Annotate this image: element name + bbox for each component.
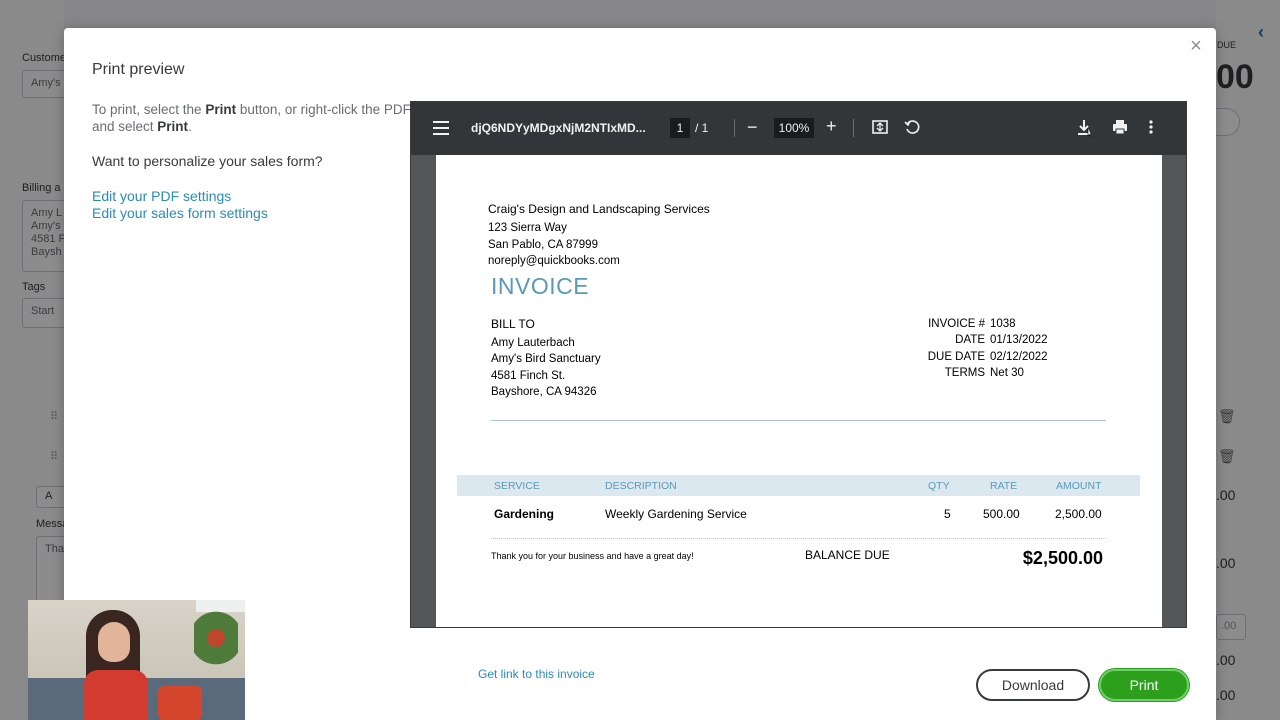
- section-divider: [491, 420, 1106, 421]
- balance-due-amount: $2,500.00: [1022, 548, 1103, 568]
- bill-to-line: Bayshore, CA 94326: [491, 386, 597, 398]
- pdf-page: Craig's Design and Landscaping Services …: [436, 155, 1162, 627]
- column-header-rate: RATE: [990, 480, 1018, 492]
- pdf-document-name: djQ6NDYyMDgxNjM2NTIxMD...: [471, 121, 646, 135]
- column-header-amount: AMOUNT: [1056, 480, 1102, 492]
- terms-label: TERMS: [944, 367, 985, 379]
- column-header-qty: QTY: [928, 480, 950, 492]
- company-email: noreply@quickbooks.com: [488, 255, 620, 267]
- webcam-presenter-body: [84, 670, 148, 720]
- line-item-description: Weekly Gardening Service: [605, 507, 747, 521]
- line-items-header: SERVICE DESCRIPTION QTY RATE AMOUNT: [457, 475, 1140, 496]
- totals-divider: [491, 538, 1106, 539]
- company-address-line: San Pablo, CA 87999: [488, 239, 598, 251]
- instructions-text: .: [188, 119, 192, 134]
- webcam-plant: [194, 610, 238, 680]
- line-item-amount: 2,500.00: [1055, 507, 1102, 521]
- instructions-text: To print, select the: [92, 102, 206, 117]
- line-item-qty: 5: [944, 507, 951, 521]
- menu-icon[interactable]: [433, 121, 449, 135]
- close-icon[interactable]: ×: [1184, 34, 1208, 58]
- due-date-label: DUE DATE: [927, 351, 985, 363]
- invoice-date-label: DATE: [955, 334, 985, 346]
- due-date-value: 02/12/2022: [990, 351, 1048, 363]
- column-header-service: SERVICE: [494, 480, 540, 492]
- edit-sales-form-settings-link[interactable]: Edit your sales form settings: [92, 205, 268, 221]
- rotate-icon[interactable]: [903, 118, 921, 141]
- more-options-icon[interactable]: [1148, 118, 1154, 141]
- company-name: Craig's Design and Landscaping Services: [488, 202, 710, 216]
- print-icon[interactable]: [1111, 118, 1129, 141]
- zoom-level-input[interactable]: 100%: [774, 118, 814, 138]
- company-address-line: 123 Sierra Way: [488, 222, 567, 234]
- invoice-date-value: 01/13/2022: [990, 334, 1048, 346]
- bill-to-line: Amy's Bird Sanctuary: [491, 353, 601, 365]
- zoom-out-icon[interactable]: −: [747, 117, 758, 138]
- invoice-number-label: INVOICE #: [928, 318, 985, 330]
- page-number-input[interactable]: 1: [670, 118, 690, 138]
- bill-to-line: 4581 Finch St.: [491, 370, 566, 382]
- bill-to-line: Amy Lauterbach: [491, 337, 575, 349]
- pdf-viewer: djQ6NDYyMDgxNjM2NTIxMD... 1 / 1 − 100% +: [410, 101, 1187, 628]
- print-button[interactable]: Print: [1099, 669, 1189, 701]
- instructions-bold: Print: [205, 102, 237, 117]
- get-link-to-invoice[interactable]: Get link to this invoice: [478, 667, 595, 681]
- instructions-bold: Print: [157, 119, 189, 134]
- toolbar-divider: [734, 119, 735, 137]
- edit-pdf-settings-link[interactable]: Edit your PDF settings: [92, 188, 231, 204]
- thank-you-message: Thank you for your business and have a g…: [491, 551, 694, 561]
- line-item-rate: 500.00: [983, 507, 1020, 521]
- terms-value: Net 30: [990, 367, 1024, 379]
- personalize-heading: Want to personalize your sales form?: [92, 153, 323, 169]
- download-button[interactable]: Download: [976, 669, 1090, 701]
- column-header-description: DESCRIPTION: [605, 480, 677, 492]
- print-instructions: To print, select the Print button, or ri…: [92, 101, 412, 135]
- dialog-title: Print preview: [92, 61, 185, 78]
- bill-to-label: BILL TO: [491, 317, 535, 331]
- webcam-video-overlay: [28, 600, 245, 720]
- pdf-toolbar: djQ6NDYyMDgxNjM2NTIxMD... 1 / 1 − 100% +: [411, 102, 1186, 155]
- download-icon[interactable]: [1075, 118, 1093, 143]
- balance-due-label: BALANCE DUE: [805, 548, 890, 562]
- webcam-presenter-face: [98, 622, 130, 662]
- toolbar-divider: [853, 119, 854, 137]
- fit-to-page-icon[interactable]: [871, 118, 889, 141]
- line-item-service: Gardening: [494, 507, 555, 521]
- invoice-title: INVOICE: [491, 273, 590, 299]
- webcam-pillow: [158, 686, 202, 720]
- page-total: / 1: [695, 121, 709, 135]
- zoom-in-icon[interactable]: +: [826, 116, 837, 137]
- invoice-number-value: 1038: [990, 318, 1016, 330]
